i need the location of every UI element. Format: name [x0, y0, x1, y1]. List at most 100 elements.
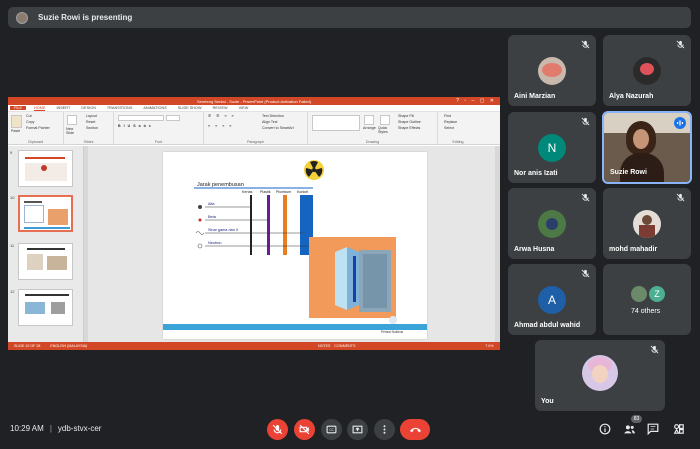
paste-label: Paste	[11, 129, 21, 133]
font-group: BIUSabc Font	[114, 112, 204, 145]
participant-tile[interactable]: Aini Marzian	[508, 35, 596, 106]
participant-tile[interactable]: Arwa Husna	[508, 188, 596, 259]
section-label: Section	[86, 126, 98, 130]
clock-time: 10:29 AM	[10, 424, 44, 433]
meet-window: Suzie Rowi is presenting Semborg Sentai …	[0, 0, 700, 449]
avatar	[631, 286, 647, 302]
slides-group-label: Slides	[83, 140, 94, 144]
mic-toggle-button[interactable]	[267, 419, 288, 440]
mic-off-icon	[676, 40, 685, 49]
activities-button[interactable]	[671, 420, 687, 438]
participant-name: Suzie Rowi	[610, 169, 647, 176]
self-tile[interactable]: You	[535, 340, 665, 411]
participant-tile[interactable]: mohd mahadir	[603, 188, 691, 259]
tab-insert: INSERT	[56, 106, 71, 110]
mic-off-icon	[581, 117, 590, 126]
mic-off-icon	[650, 345, 659, 354]
others-count: 74 others	[631, 308, 661, 315]
comments-label: COMMENTS	[334, 344, 356, 348]
notes-label: NOTES	[318, 344, 331, 348]
participant-tile[interactable]: Alya Nazurah	[603, 35, 691, 106]
people-count-badge: 83	[631, 415, 642, 423]
info-icon	[599, 423, 611, 435]
thumb-scrollbar	[84, 146, 88, 342]
editing-group-label: Editing	[452, 140, 464, 144]
separator: |	[49, 424, 52, 433]
others-tile[interactable]: Z 74 others	[603, 264, 691, 335]
thumb-number: 9	[10, 150, 13, 155]
participant-name: You	[541, 398, 554, 405]
meeting-details-button[interactable]	[597, 420, 613, 438]
participant-tile-speaking[interactable]: Suzie Rowi	[602, 111, 692, 184]
mic-off-icon	[581, 269, 590, 278]
column-paper: Kertas	[242, 190, 253, 194]
slide-thumbnail-selected	[18, 195, 73, 232]
participant-name: Ahmad abdul wahid	[514, 322, 581, 329]
align-text-label: Align Text	[262, 120, 278, 124]
presenter-avatar	[16, 11, 28, 24]
find-label: Find	[444, 114, 451, 118]
list-icons: ☰ ☰ ≡ ≡	[208, 114, 236, 118]
participant-tile[interactable]: N Nor anis Izati	[508, 112, 596, 183]
slide-scrollbar	[495, 146, 500, 342]
slide-diagram	[163, 160, 427, 330]
thumb-number: 10	[10, 195, 15, 200]
text-direction-label: Text Direction	[262, 114, 284, 118]
tab-design: DESIGN	[81, 106, 96, 110]
paragraph-group-label: Paragraph	[247, 140, 264, 144]
tab-review: REVIEW	[212, 106, 228, 110]
clipboard-group-label: Clipboard	[27, 140, 44, 144]
column-plastic: Plastik	[260, 190, 271, 194]
cut-label: Cut	[26, 114, 32, 118]
slide-canvas: Jarak penembusan Kertas Plastik Plumbum …	[163, 152, 427, 339]
font-name-box	[118, 115, 164, 121]
new-slide-label: New Slide	[66, 127, 74, 135]
avatar	[538, 57, 566, 85]
presentation-screen: Semborg Sentai - Suzie - PowerPoint (Pro…	[8, 97, 500, 350]
ribbon-tabs: FILE HOME INSERT DESIGN TRANSITIONS ANIM…	[8, 105, 500, 112]
more-options-button[interactable]	[374, 419, 395, 440]
font-format-icons: BIUSabc	[118, 124, 154, 128]
font-group-label: Font	[154, 140, 163, 144]
arrange-icon	[364, 115, 374, 125]
participant-name: Nor anis Izati	[514, 170, 558, 177]
end-call-button[interactable]	[400, 419, 430, 440]
new-slide-icon	[67, 115, 77, 125]
tab-view: VIEW	[238, 106, 249, 110]
mic-off-icon	[676, 193, 685, 202]
participant-tile[interactable]: A Ahmad abdul wahid	[508, 264, 596, 335]
chat-button[interactable]	[645, 420, 661, 438]
powerpoint-titlebar: Semborg Sentai - Suzie - PowerPoint (Pro…	[8, 97, 500, 105]
thumb-number: 11	[10, 243, 15, 248]
captions-icon: CC	[326, 425, 337, 434]
avatar	[538, 210, 566, 238]
participant-name: mohd mahadir	[609, 246, 658, 253]
shape-effects-label: Shape Effects	[398, 126, 421, 130]
column-concrete: Konkrit	[297, 190, 309, 194]
presenting-text: Suzie Rowi is presenting	[38, 13, 133, 22]
drawing-group: Arrange Quick Styles Shape Fill Shape Ou…	[308, 112, 438, 145]
tab-home: HOME	[34, 105, 46, 111]
svg-text:CC: CC	[329, 428, 334, 432]
quick-styles-icon	[380, 115, 390, 125]
thumb-number: 12	[10, 289, 15, 294]
shape-outline-label: Shape Outline	[398, 120, 421, 124]
slide-footnote: Perisai Nukleus	[381, 330, 404, 334]
tab-file: FILE	[10, 106, 27, 110]
meeting-code: ydb-stvx-cer	[57, 424, 102, 433]
tab-slide-show: SLIDE SHOW	[177, 106, 202, 110]
tab-transitions: TRANSITIONS	[106, 106, 133, 110]
avatar	[633, 57, 661, 85]
present-button[interactable]	[347, 419, 368, 440]
speaking-indicator-icon	[674, 117, 686, 129]
camera-toggle-button[interactable]	[294, 419, 315, 440]
shapes-gallery	[312, 115, 360, 131]
radiation-icon	[304, 160, 324, 180]
paste-icon	[11, 115, 22, 128]
mic-off-icon	[581, 40, 590, 49]
captions-button[interactable]: CC	[321, 419, 342, 440]
avatar: A	[538, 286, 566, 314]
window-controls: ? ▫ – ▢ ✕	[456, 98, 496, 104]
people-icon	[623, 425, 635, 434]
camera-off-icon	[299, 424, 310, 435]
